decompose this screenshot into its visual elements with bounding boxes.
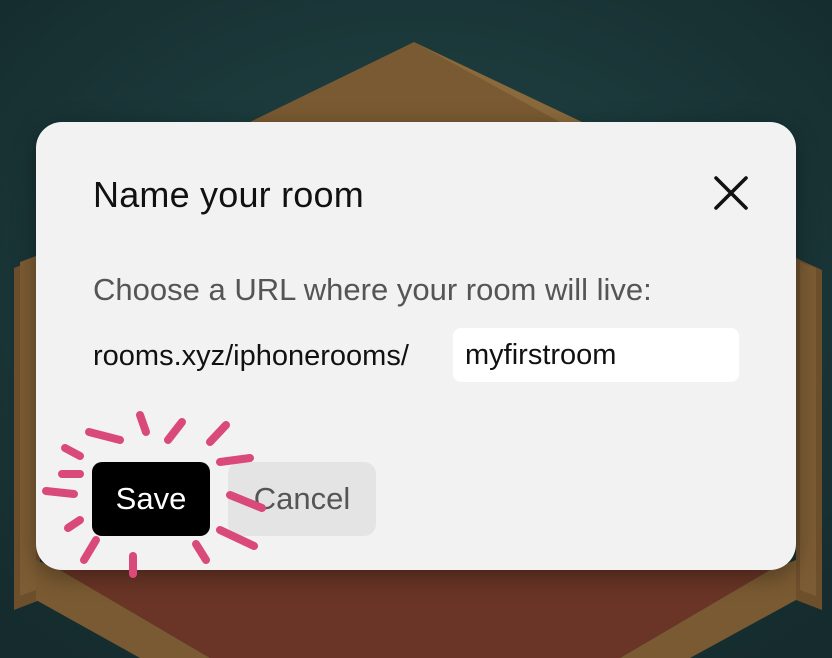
cancel-button[interactable]: Cancel (228, 462, 376, 536)
close-icon (714, 176, 748, 210)
room-url-input[interactable] (453, 328, 739, 382)
url-prompt-text: Choose a URL where your room will live: (93, 272, 652, 307)
close-button[interactable] (708, 170, 754, 216)
save-button[interactable]: Save (92, 462, 210, 536)
name-room-dialog: Name your room Choose a URL where your r… (36, 122, 796, 570)
dialog-title: Name your room (93, 174, 364, 215)
url-prefix-label: rooms.xyz/iphonerooms/ (93, 340, 409, 372)
